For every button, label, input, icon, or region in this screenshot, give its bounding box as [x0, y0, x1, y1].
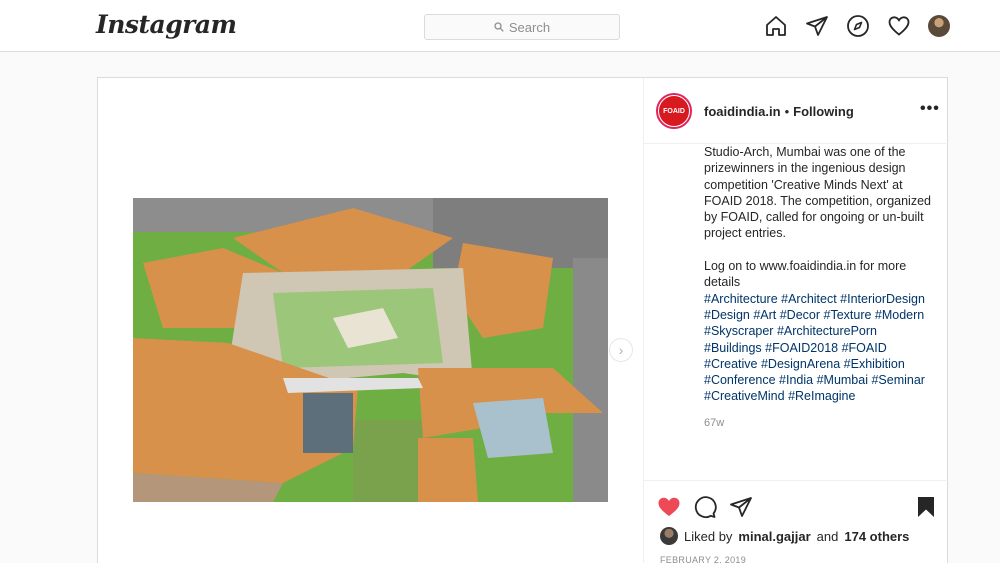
direct-icon[interactable]: [805, 14, 829, 38]
profile-avatar[interactable]: [928, 15, 950, 37]
search-icon: [494, 22, 504, 32]
next-image-button[interactable]: ›: [609, 338, 633, 362]
action-icons: [657, 495, 753, 519]
caption-age: 67w: [704, 416, 725, 429]
nav-icons: [764, 14, 950, 38]
post-header: FOAID foaidindia.in • Following •••: [644, 78, 949, 144]
search-input[interactable]: Search: [424, 14, 620, 40]
instagram-logo[interactable]: Instagram: [96, 10, 237, 39]
caption-text: Studio-Arch, Mumbai was one of the prize…: [704, 145, 931, 290]
search-placeholder: Search: [508, 19, 551, 35]
liked-others-count[interactable]: 174 others: [844, 529, 909, 544]
activity-heart-icon[interactable]: [887, 14, 911, 38]
share-icon[interactable]: [729, 495, 753, 519]
separator-dot: •: [784, 104, 790, 119]
author-avatar-text: FOAID: [659, 96, 689, 126]
explore-icon[interactable]: [846, 14, 870, 38]
liked-and: and: [816, 528, 839, 544]
comment-icon[interactable]: [693, 495, 717, 519]
bookmark-icon[interactable]: [914, 495, 938, 519]
author-avatar[interactable]: FOAID: [656, 93, 692, 129]
post-date[interactable]: FEBRUARY 2, 2019: [660, 555, 746, 563]
author-line: foaidindia.in • Following: [704, 104, 854, 119]
like-heart-icon[interactable]: [657, 495, 681, 519]
liker-avatar[interactable]: [660, 527, 678, 545]
post-caption: Studio-Arch, Mumbai was one of the prize…: [704, 144, 934, 458]
likes-line: Liked by minal.gajjar and 174 others: [660, 527, 909, 545]
post-sidebar: FOAID foaidindia.in • Following ••• Stud…: [643, 78, 949, 563]
more-options-icon[interactable]: •••: [920, 100, 940, 118]
post-media: ›: [98, 78, 643, 563]
home-icon[interactable]: [764, 14, 788, 38]
author-username[interactable]: foaidindia.in: [704, 104, 781, 119]
post-card: › FOAID foaidindia.in • Following ••• St…: [97, 77, 949, 563]
following-button[interactable]: Following: [793, 104, 854, 119]
post-photo-aerial-school-rendering[interactable]: [133, 198, 608, 502]
liked-prefix: Liked by: [684, 528, 733, 544]
top-nav-bar: Instagram Search: [0, 0, 1000, 52]
caption-hashtags[interactable]: #Architecture #Architect #InteriorDesign…: [704, 291, 934, 405]
post-actions: Liked by minal.gajjar and 174 others FEB…: [644, 480, 949, 563]
liker-username[interactable]: minal.gajjar: [738, 529, 810, 544]
